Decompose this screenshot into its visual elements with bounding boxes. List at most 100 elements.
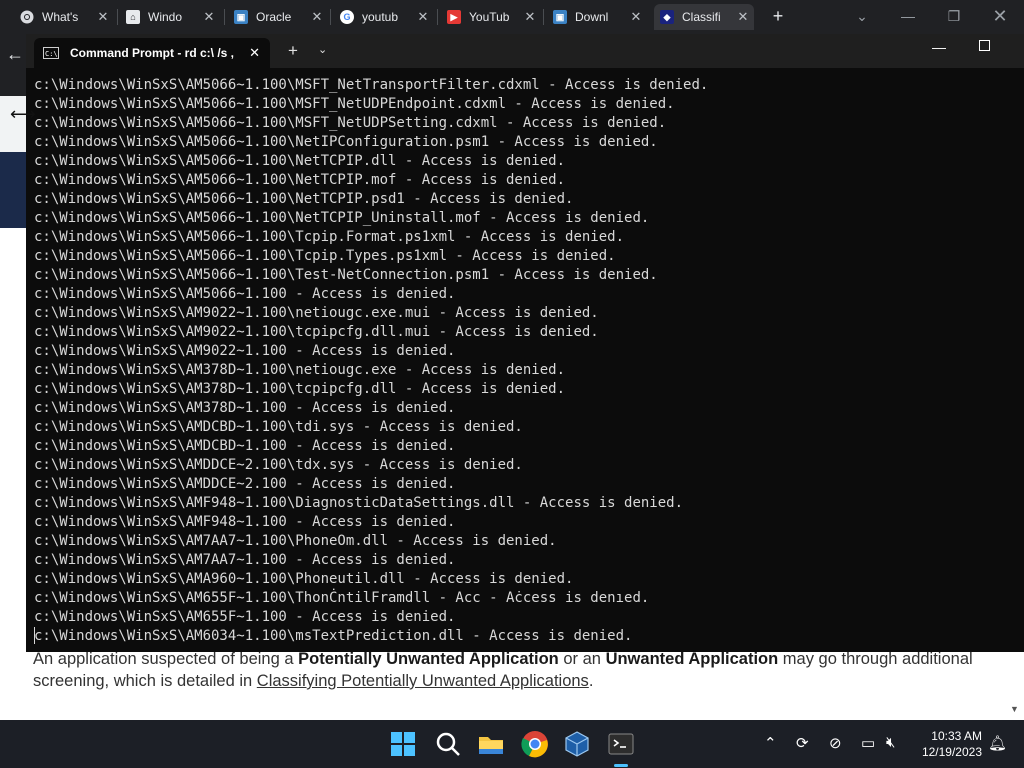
terminal-line: c:\Windows\WinSxS\AM655F~1.100 - Access … [34, 609, 456, 625]
terminal-line: c:\Windows\WinSxS\AMA960~1.100\Phoneutil… [34, 571, 574, 587]
terminal-line: c:\Windows\WinSxS\AM378D~1.100\netiougc.… [34, 362, 566, 378]
browser-tab-download[interactable]: ▣ Downl ✕ [547, 4, 647, 30]
paragraph-text: An application suspected of being a [33, 650, 299, 668]
terminal-line: c:\Windows\WinSxS\AMDDCE~2.100\tdx.sys -… [34, 457, 523, 473]
close-icon[interactable]: ✕ [416, 10, 430, 24]
classifying-pua-link[interactable]: Classifying Potentially Unwanted Applica… [257, 672, 589, 690]
terminal-line: c:\Windows\WinSxS\AM5066~1.100\NetTCPIP.… [34, 153, 566, 169]
tab-search-chevron-icon[interactable]: ⌄ [842, 4, 882, 28]
browser-tab-strip: What's ✕ ⌂ Windo ✕ ▣ Oracle ✕ G youtub ✕… [0, 0, 1024, 34]
screen-icon[interactable]: ▭ [861, 734, 875, 752]
tab-label: youtub [362, 10, 399, 24]
new-tab-button[interactable]: + [768, 6, 788, 26]
close-icon[interactable]: ✕ [736, 10, 750, 24]
scroll-down-arrow-icon[interactable]: ▼ [1010, 704, 1019, 714]
chrome-icon[interactable] [520, 729, 550, 759]
page-banner-edge [0, 152, 26, 228]
system-clock[interactable]: 10:33 AM 12/19/2023 [912, 728, 982, 760]
terminal-maximize-button[interactable] [979, 40, 990, 51]
close-icon[interactable]: ✕ [96, 10, 110, 24]
tab-label: What's [42, 10, 79, 24]
terminal-minimize-button[interactable]: — [932, 39, 946, 55]
oracle-icon: ▣ [234, 10, 248, 24]
browser-close-button[interactable]: ✕ [980, 4, 1020, 28]
terminal-line: c:\Windows\WinSxS\AM5066~1.100\NetTCPIP.… [34, 172, 566, 188]
terminal-output[interactable]: c:\Windows\WinSxS\AM5066~1.100\MSFT_NetT… [34, 76, 1014, 648]
start-icon[interactable] [388, 729, 418, 759]
taskbar: ⌃ ⟳ ⊘ ▭ 🔇︎ 10:33 AM 12/19/2023 🔔︎ [0, 720, 1024, 768]
tab-label: Oracle [256, 10, 292, 24]
terminal-line: c:\Windows\WinSxS\AM9022~1.100\netiougc.… [34, 305, 599, 321]
browser-tab-windows[interactable]: ⌂ Windo ✕ [120, 4, 220, 30]
terminal-line: c:\Windows\WinSxS\AM5066~1.100\MSFT_NetT… [34, 77, 709, 93]
chrome-icon [20, 10, 34, 24]
classifi-icon: ◆ [660, 10, 674, 24]
terminal-tab-title: Command Prompt - rd c:\ /s , [70, 46, 235, 60]
text-cursor [34, 627, 35, 644]
chevron-up-icon[interactable]: ⌃ [764, 734, 777, 752]
tab-label: Windo [148, 10, 183, 24]
network-disconnected-icon[interactable]: ⊘ [829, 734, 842, 752]
terminal-line: c:\Windows\WinSxS\AM9022~1.100\tcpipcfg.… [34, 324, 599, 340]
terminal-line: c:\Windows\WinSxS\AMF948~1.100 - Access … [34, 514, 456, 530]
close-icon[interactable]: ✕ [629, 10, 643, 24]
browser-minimize-button[interactable]: — [888, 4, 928, 28]
terminal-line: c:\Windows\WinSxS\AM5066~1.100\NetTCPIP_… [34, 210, 650, 226]
browser-tab-classifi[interactable]: ◆ Classifi ✕ [654, 4, 754, 30]
virtualbox-icon[interactable] [562, 729, 592, 759]
terminal-line: c:\Windows\WinSxS\AMDDCE~2.100 - Access … [34, 476, 456, 492]
tab-label: Downl [575, 10, 609, 24]
browser-tab-oracle[interactable]: ▣ Oracle ✕ [228, 4, 328, 30]
close-icon[interactable]: ✕ [249, 45, 260, 61]
browser-tab-whats[interactable]: What's ✕ [14, 4, 114, 30]
download-site-icon: ▣ [553, 10, 567, 24]
tab-divider [224, 9, 225, 25]
paragraph-text: . [588, 672, 594, 690]
terminal-line: c:\Windows\WinSxS\AM6034~1.100\msTextPre… [34, 628, 633, 644]
clock-time: 10:33 AM [931, 729, 982, 743]
terminal-line: c:\Windows\WinSxS\AMDCBD~1.100\tdi.sys -… [34, 419, 523, 435]
close-icon[interactable]: ✕ [202, 10, 216, 24]
terminal-icon[interactable] [606, 729, 636, 759]
terminal-line: c:\Windows\WinSxS\AM9022~1.100 - Access … [34, 343, 456, 359]
volume-muted-icon[interactable]: 🔇︎ [886, 734, 895, 751]
terminal-line: c:\Windows\WinSxS\AM5066~1.100\Tcpip.Typ… [34, 248, 616, 264]
terminal-tab[interactable]: C:\ Command Prompt - rd c:\ /s , ✕ [34, 38, 270, 68]
terminal-line: c:\Windows\WinSxS\AM378D~1.100 - Access … [34, 400, 456, 416]
terminal-line: c:\Windows\WinSxS\AM7AA7~1.100\PhoneOm.d… [34, 533, 557, 549]
tab-label: Classifi [682, 10, 721, 24]
terminal-window: C:\ Command Prompt - rd c:\ /s , ✕ + ⌄ —… [26, 34, 1024, 652]
chevron-down-icon[interactable]: ⌄ [318, 43, 327, 56]
close-icon[interactable]: ✕ [310, 10, 324, 24]
terminal-titlebar: C:\ Command Prompt - rd c:\ /s , ✕ + ⌄ — [26, 34, 1024, 68]
terminal-line: c:\Windows\WinSxS\AM5066~1.100\MSFT_NetU… [34, 96, 675, 112]
youtube-icon: ▶ [447, 10, 461, 24]
page-paragraph: An application suspected of being a Pote… [33, 648, 993, 692]
google-icon: G [340, 10, 354, 24]
terminal-line: c:\Windows\WinSxS\AM5066~1.100\MSFT_NetU… [34, 115, 667, 131]
tab-divider [543, 9, 544, 25]
paragraph-text: or an [558, 650, 606, 668]
resize-cursor-icon: ⟷ [10, 104, 36, 124]
file-explorer-icon[interactable] [476, 729, 506, 759]
notification-bell-icon[interactable]: 🔔︎ [988, 734, 1007, 752]
tab-divider [117, 9, 118, 25]
update-sync-icon[interactable]: ⟳ [796, 734, 809, 752]
back-arrow-icon[interactable]: ← [6, 44, 26, 64]
browser-restore-button[interactable]: ❐ [934, 4, 974, 28]
terminal-line: c:\Windows\WinSxS\AM5066~1.100\Test-NetC… [34, 267, 658, 283]
windows-building-icon: ⌂ [126, 10, 140, 24]
close-icon[interactable]: ✕ [523, 10, 537, 24]
terminal-line: c:\Windows\WinSxS\AM5066~1.100\Tcpip.For… [34, 229, 625, 245]
browser-tab-youtube[interactable]: ▶ YouTub ✕ [441, 4, 541, 30]
browser-tab-youtube-search[interactable]: G youtub ✕ [334, 4, 434, 30]
terminal-line: c:\Windows\WinSxS\AM7AA7~1.100 - Access … [34, 552, 456, 568]
command-prompt-icon: C:\ [43, 47, 59, 59]
terminal-line: c:\Windows\WinSxS\AM5066~1.100\NetIPConf… [34, 134, 658, 150]
terminal-new-tab-button[interactable]: + [288, 41, 298, 61]
terminal-line: c:\Windows\WinSxS\AM378D~1.100\tcpipcfg.… [34, 381, 566, 397]
bold-term-ua: Unwanted Application [605, 650, 779, 668]
tab-label: YouTub [469, 10, 510, 24]
search-icon[interactable] [433, 729, 463, 759]
terminal-line: c:\Windows\WinSxS\AMDCBD~1.100 - Access … [34, 438, 456, 454]
